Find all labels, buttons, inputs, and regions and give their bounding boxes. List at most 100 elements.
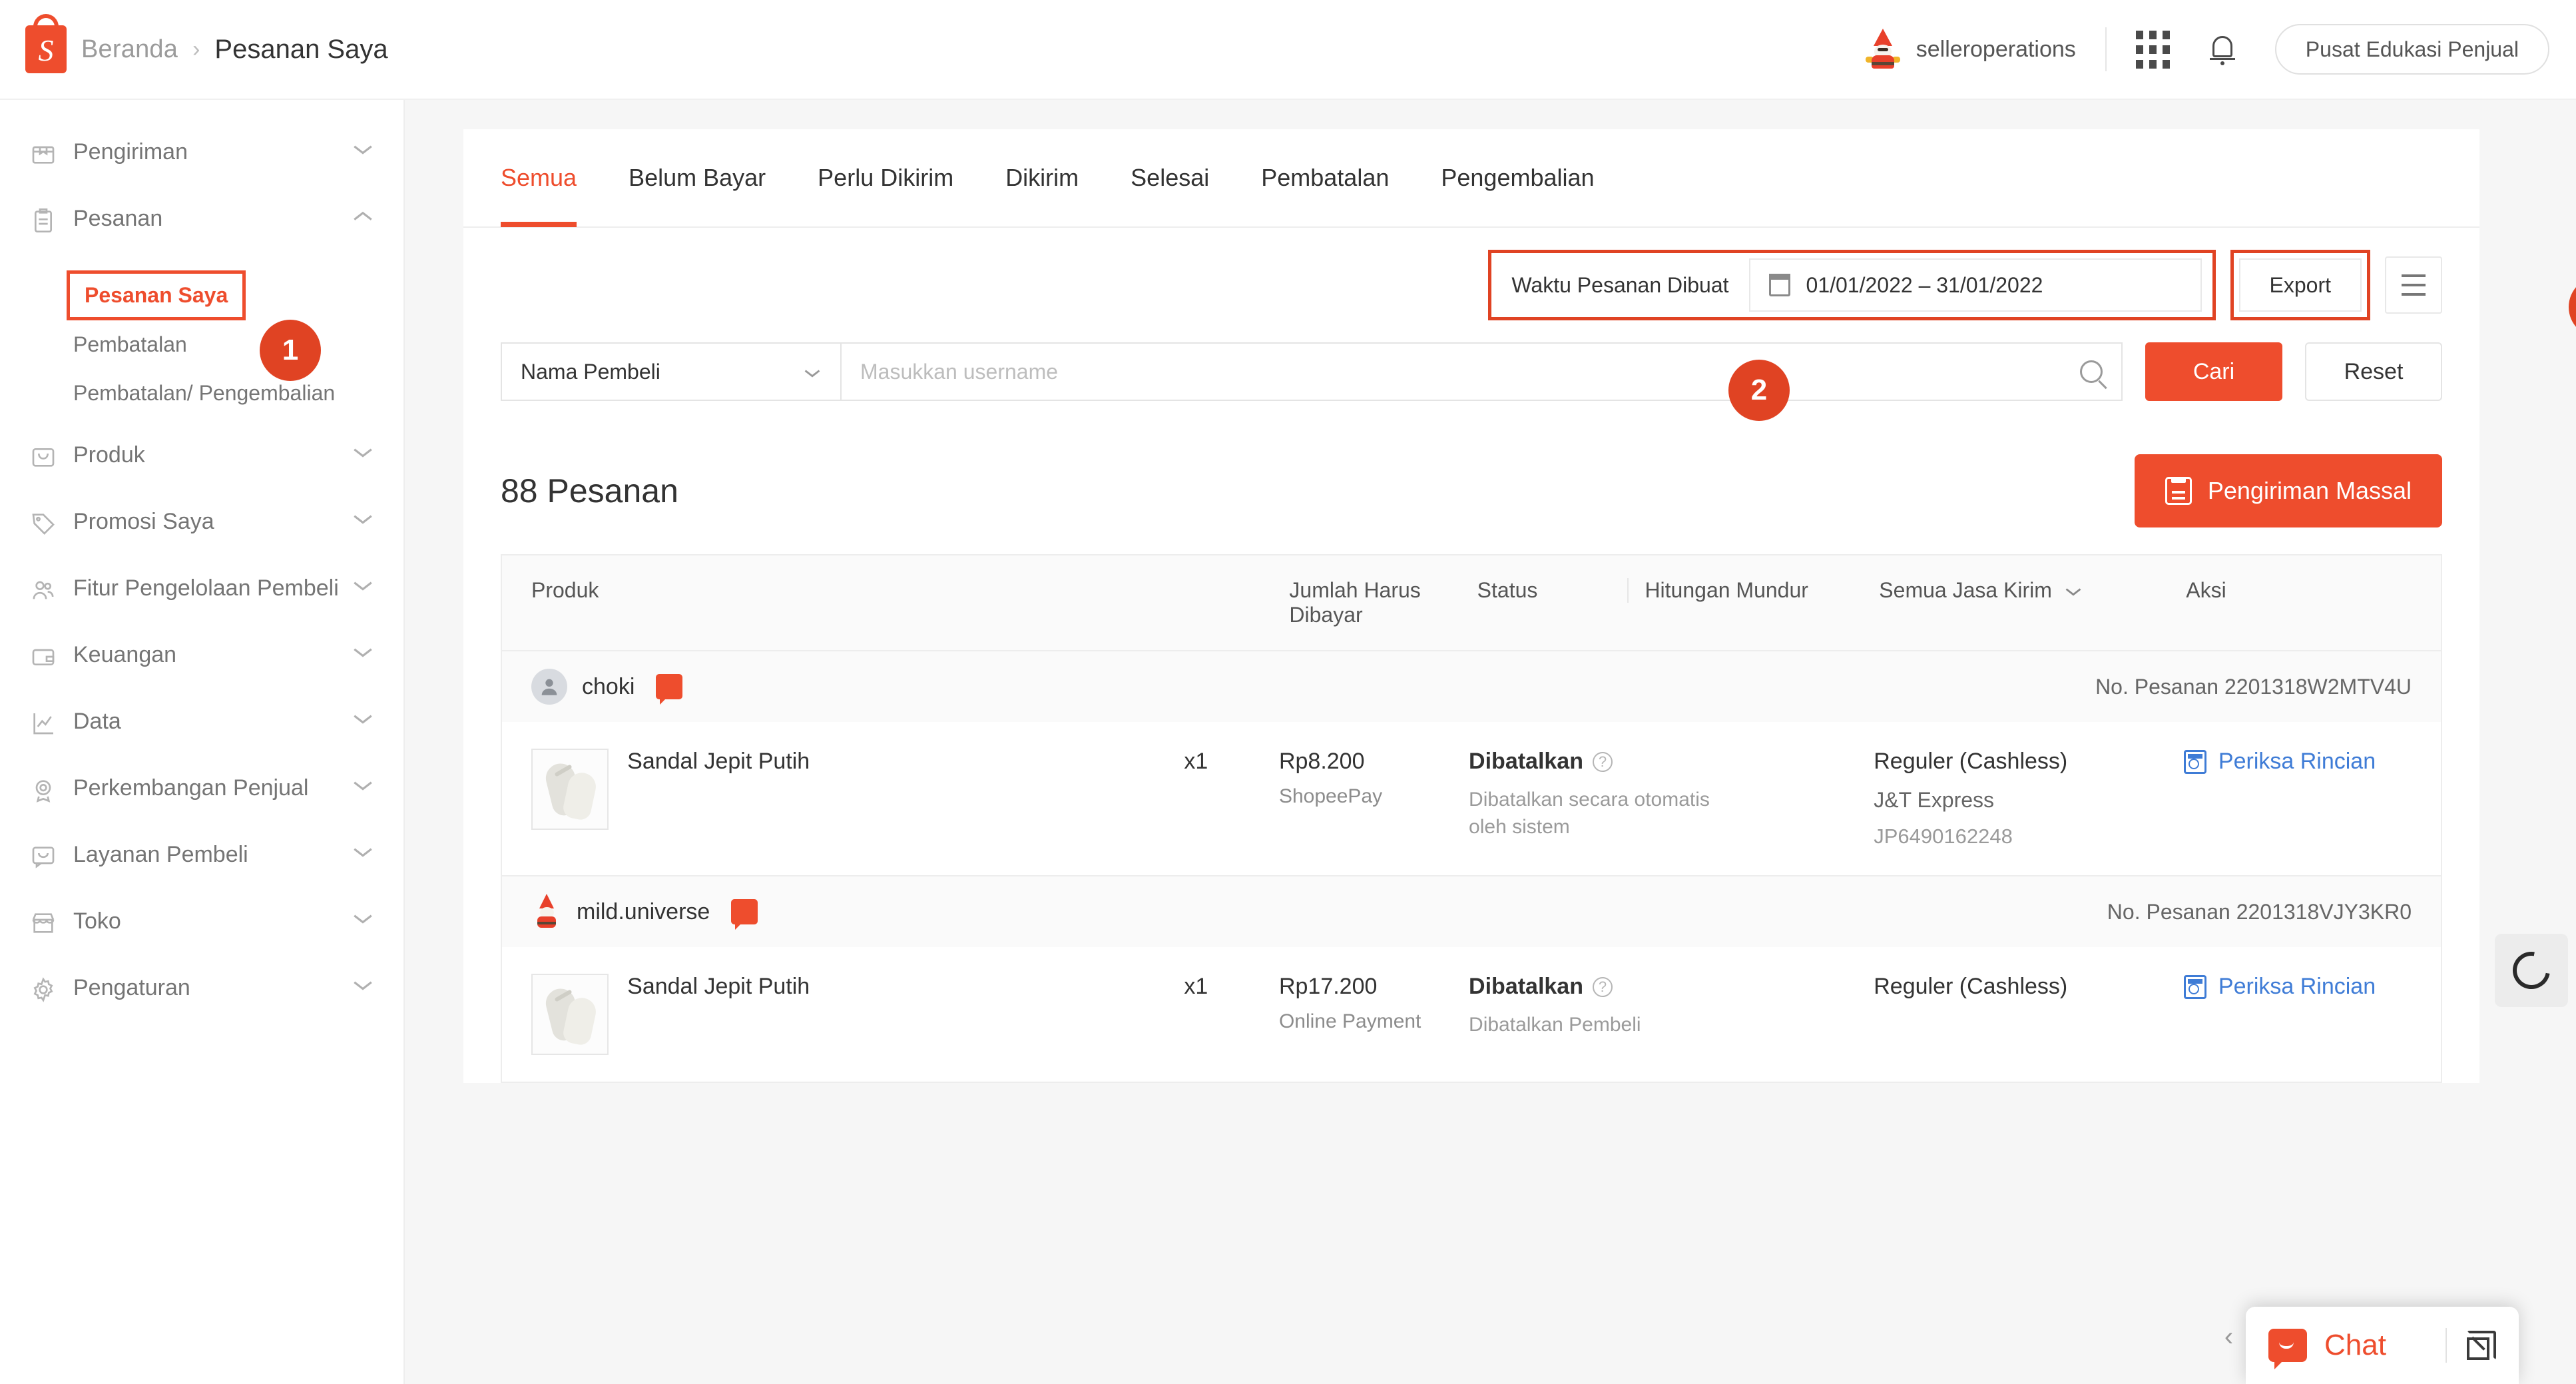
orders-panel: Semua Belum Bayar Perlu Dikirim Dikirim … bbox=[463, 129, 2479, 1083]
order-header: choki No. Pesanan 2201318W2MTV4U bbox=[502, 651, 2441, 722]
user-avatar-icon bbox=[531, 669, 567, 705]
sidebar-item-layanan-pembeli[interactable]: Layanan Pembeli bbox=[0, 840, 403, 872]
col-jasa-kirim-label: Semua Jasa Kirim bbox=[1879, 578, 2052, 603]
search-icon[interactable] bbox=[2080, 360, 2103, 383]
orders-table-header: Produk Jumlah Harus Dibayar Status Hitun… bbox=[502, 555, 2441, 650]
chevron-down-icon[interactable] bbox=[352, 579, 374, 595]
shopee-bag-icon[interactable]: S bbox=[25, 25, 67, 73]
chevron-down-icon bbox=[2052, 578, 2083, 603]
chevron-down-icon[interactable] bbox=[352, 978, 374, 995]
chevron-down-icon[interactable] bbox=[352, 143, 374, 159]
tab-pembatalan[interactable]: Pembatalan bbox=[1261, 129, 1389, 227]
white-sandal-thumbnail[interactable] bbox=[531, 974, 609, 1055]
tab-pengembalian[interactable]: Pengembalian bbox=[1441, 129, 1594, 227]
sidebar-item-produk[interactable]: Produk bbox=[0, 440, 403, 472]
search-field-select[interactable]: Nama Pembeli bbox=[501, 342, 840, 401]
app-grid-icon[interactable] bbox=[2136, 31, 2170, 69]
question-mark-icon[interactable]: ? bbox=[1593, 977, 1613, 997]
chevron-down-icon[interactable] bbox=[352, 512, 374, 529]
product-name[interactable]: Sandal Jepit Putih bbox=[627, 974, 1184, 1000]
chat-bubble-icon[interactable] bbox=[731, 899, 758, 924]
sidebar-item-label: Keuangan bbox=[73, 640, 352, 671]
question-mark-icon[interactable]: ? bbox=[1593, 752, 1613, 772]
page-title: Pesanan Saya bbox=[214, 35, 387, 65]
header-right-cluster: selleroperations Pusat Edukasi Penjual bbox=[1864, 24, 2549, 75]
header-divider bbox=[2105, 27, 2107, 71]
status-note: Dibatalkan secara otomatis oleh sistem bbox=[1469, 787, 1735, 841]
detail-check-icon bbox=[2184, 975, 2206, 999]
orders-count-title: 88 Pesanan bbox=[501, 472, 678, 510]
check-details-link[interactable]: Periksa Rincian bbox=[2184, 974, 2412, 1000]
chat-bubble-icon[interactable] bbox=[656, 674, 682, 699]
chat-widget[interactable]: Chat bbox=[2246, 1307, 2519, 1384]
order-amount: Rp17.200 bbox=[1279, 974, 1469, 1000]
tab-selesai[interactable]: Selesai bbox=[1131, 129, 1209, 227]
sidebar-subitem-pembatalan[interactable]: Pembatalan bbox=[0, 332, 403, 357]
search-placeholder: Masukkan username bbox=[860, 360, 1058, 384]
chevron-down-icon bbox=[803, 360, 822, 384]
chevron-down-icon[interactable] bbox=[352, 845, 374, 862]
orders-count-row: 88 Pesanan Pengiriman Massal bbox=[463, 430, 2479, 554]
date-range-input[interactable]: 01/01/2022 – 31/01/2022 bbox=[1749, 258, 2202, 312]
sidebar-item-pengiriman[interactable]: Pengiriman bbox=[0, 137, 403, 169]
sidebar-item-label: Pengiriman bbox=[73, 137, 352, 168]
product-box-icon bbox=[28, 442, 59, 472]
list-menu-icon[interactable] bbox=[2385, 256, 2442, 314]
chevron-up-icon[interactable] bbox=[352, 209, 374, 226]
sidebar-item-promosi-saya[interactable]: Promosi Saya bbox=[0, 507, 403, 539]
sidebar-item-pengaturan[interactable]: Pengaturan bbox=[0, 973, 403, 1005]
shipping-method: Reguler (Cashless) bbox=[1874, 749, 2184, 775]
search-field-select-value: Nama Pembeli bbox=[521, 360, 660, 384]
sidebar-nav: Pengiriman Pesanan Pesanan Saya 1 Pembat… bbox=[0, 100, 405, 1384]
tab-semua[interactable]: Semua bbox=[501, 129, 577, 227]
status-badge: Dibatalkan ? bbox=[1469, 749, 1874, 775]
tab-dikirim[interactable]: Dikirim bbox=[1005, 129, 1079, 227]
avatar bbox=[1864, 29, 1902, 70]
export-button[interactable]: Export bbox=[2239, 258, 2362, 312]
sidebar-subitem-pembatalan-pengembalian[interactable]: Pembatalan/ Pengembalian bbox=[0, 381, 403, 406]
order-body: Sandal Jepit Putih x1 Rp17.200 Online Pa… bbox=[502, 947, 2441, 1082]
order-number: No. Pesanan 2201318W2MTV4U bbox=[2095, 675, 2412, 699]
chevron-down-icon[interactable] bbox=[352, 446, 374, 462]
orders-table: Produk Jumlah Harus Dibayar Status Hitun… bbox=[501, 554, 2442, 1083]
sidebar-item-keuangan[interactable]: Keuangan bbox=[0, 640, 403, 672]
white-sandal-thumbnail[interactable] bbox=[531, 749, 609, 830]
sidebar-item-toko[interactable]: Toko bbox=[0, 906, 403, 938]
search-input[interactable]: Masukkan username bbox=[840, 342, 2123, 401]
chevron-down-icon[interactable] bbox=[352, 645, 374, 662]
buyer-name[interactable]: mild.universe bbox=[577, 899, 710, 925]
sidebar-item-fitur-pengelolaan-pembeli[interactable]: Fitur Pengelolaan Pembeli bbox=[0, 573, 403, 605]
brand-breadcrumb: S Beranda › Pesanan Saya bbox=[25, 25, 388, 73]
sidebar-item-pesanan[interactable]: Pesanan bbox=[0, 204, 403, 236]
sidebar-item-label: Pengaturan bbox=[73, 973, 352, 1004]
bulk-shipping-button[interactable]: Pengiriman Massal bbox=[2135, 454, 2442, 527]
chevron-down-icon[interactable] bbox=[352, 779, 374, 795]
chevron-left-icon[interactable]: ‹ bbox=[2224, 1322, 2233, 1352]
reset-button[interactable]: Reset bbox=[2305, 342, 2442, 401]
chevron-down-icon[interactable] bbox=[352, 912, 374, 928]
product-name[interactable]: Sandal Jepit Putih bbox=[627, 749, 1184, 775]
tab-belum-bayar[interactable]: Belum Bayar bbox=[629, 129, 766, 227]
notification-bell-icon[interactable] bbox=[2208, 33, 2236, 65]
sidebar-subitem-pesanan-saya[interactable]: Pesanan Saya bbox=[67, 270, 246, 320]
sidebar-item-perkembangan-penjual[interactable]: Perkembangan Penjual bbox=[0, 773, 403, 805]
tab-perlu-dikirim[interactable]: Perlu Dikirim bbox=[818, 129, 953, 227]
shipping-method: Reguler (Cashless) bbox=[1874, 974, 2184, 1000]
search-button[interactable]: Cari bbox=[2145, 342, 2282, 401]
expand-arrow-icon[interactable] bbox=[2467, 1331, 2496, 1360]
sidebar-item-data[interactable]: Data bbox=[0, 707, 403, 739]
chevron-down-icon[interactable] bbox=[352, 712, 374, 729]
check-details-link[interactable]: Periksa Rincian bbox=[2184, 749, 2412, 775]
headset-ring-icon[interactable] bbox=[2495, 934, 2568, 1007]
order-body: Sandal Jepit Putih x1 Rp8.200 ShopeePay … bbox=[502, 722, 2441, 875]
col-status: Status bbox=[1477, 578, 1628, 603]
status-badge: Dibatalkan ? bbox=[1469, 974, 1874, 1000]
order-header: mild.universe No. Pesanan 2201318VJY3KR0 bbox=[502, 876, 2441, 947]
col-jasa-kirim[interactable]: Semua Jasa Kirim bbox=[1879, 578, 2186, 603]
breadcrumb-home[interactable]: Beranda bbox=[81, 35, 178, 64]
education-center-button[interactable]: Pusat Edukasi Penjual bbox=[2275, 24, 2549, 75]
chevron-right-icon: › bbox=[192, 37, 200, 63]
buyer-name[interactable]: choki bbox=[582, 674, 635, 700]
account-menu[interactable]: selleroperations bbox=[1864, 29, 2076, 70]
main-content: Semua Belum Bayar Perlu Dikirim Dikirim … bbox=[405, 100, 2576, 1384]
